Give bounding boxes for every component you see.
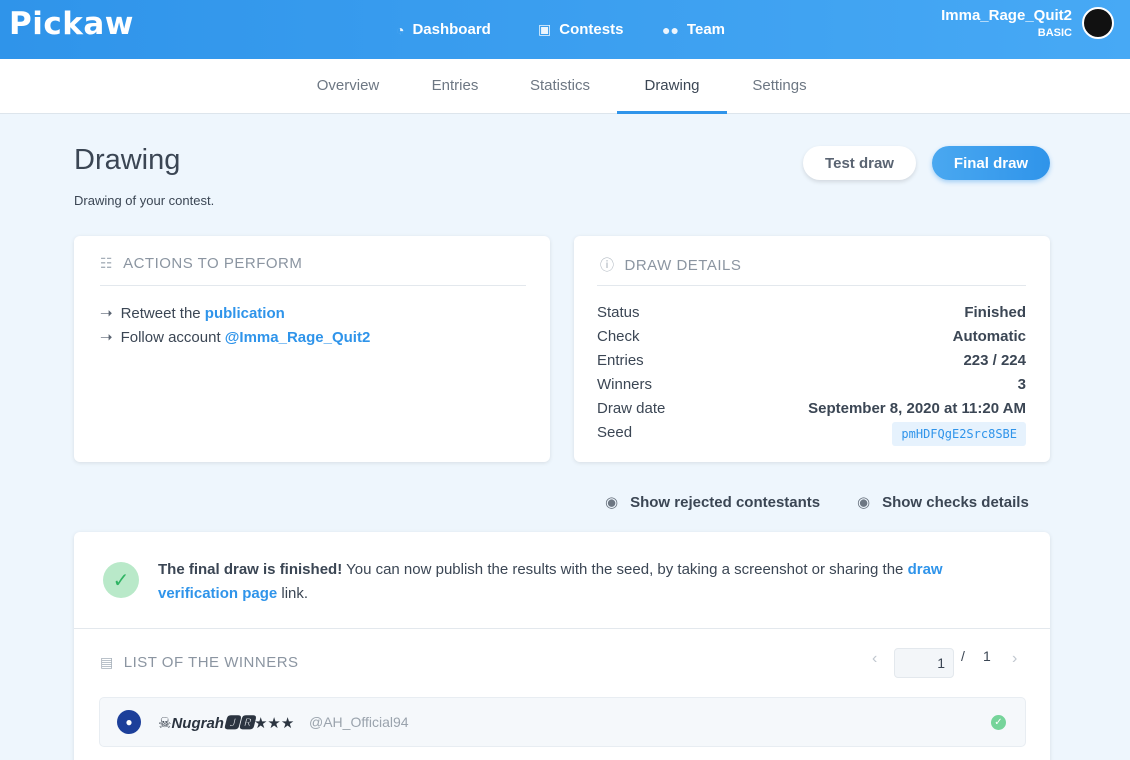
- arrow-right-icon: ➝: [100, 329, 113, 346]
- nav-team[interactable]: ●● Team: [662, 0, 725, 59]
- final-draw-button[interactable]: Final draw: [932, 146, 1050, 180]
- winners-title: ▤ LIST OF THE WINNERS: [100, 654, 299, 671]
- user-menu[interactable]: Imma_Rage_Quit2 BASIC: [941, 7, 1072, 39]
- detail-label-winners: Winners: [597, 376, 653, 393]
- info-icon: ⓘ: [600, 257, 615, 273]
- publication-link[interactable]: publication: [205, 305, 285, 322]
- seed-badge[interactable]: pmHDFQgE2Src8SBE: [892, 422, 1026, 446]
- chevron-left-icon[interactable]: ‹: [872, 650, 877, 668]
- detail-value-check: Automatic: [952, 328, 1026, 345]
- winner-avatar: ●: [117, 710, 141, 734]
- draw-finished-notice: The final draw is finished! You can now …: [158, 558, 1008, 606]
- eye-icon: ◉: [605, 494, 619, 511]
- draw-details-title: ⓘ DRAW DETAILS: [600, 255, 741, 275]
- detail-label-seed: Seed: [597, 424, 633, 441]
- page-number-input[interactable]: 1: [894, 648, 954, 678]
- test-draw-button[interactable]: Test draw: [803, 146, 916, 180]
- success-check-icon: ✓: [103, 562, 139, 598]
- action-retweet-text: Retweet the: [120, 305, 205, 322]
- actions-title-text: ACTIONS TO PERFORM: [123, 255, 303, 272]
- details-divider: [597, 285, 1026, 286]
- checklist-icon: ☷: [100, 255, 114, 271]
- show-rejected-toggle[interactable]: ◉ Show rejected contestants: [605, 493, 821, 512]
- contest-tabs: Overview Entries Statistics Drawing Sett…: [0, 59, 1130, 114]
- tab-settings[interactable]: Settings: [737, 59, 822, 114]
- winners-title-text: LIST OF THE WINNERS: [123, 654, 299, 671]
- team-icon: ●●: [662, 21, 679, 38]
- tab-statistics[interactable]: Statistics: [515, 59, 605, 114]
- show-rejected-label: Show rejected contestants: [630, 493, 821, 511]
- detail-label-status: Status: [597, 304, 640, 321]
- nav-contests-label: Contests: [559, 21, 624, 38]
- action-follow-text: Follow account: [120, 329, 225, 346]
- action-retweet: ➝ Retweet the publication: [100, 304, 285, 322]
- page-subtitle: Drawing of your contest.: [74, 193, 215, 208]
- account-link[interactable]: @Imma_Rage_Quit2: [225, 329, 371, 346]
- detail-label-entries: Entries: [597, 352, 644, 369]
- detail-value-draw-date: September 8, 2020 at 11:20 AM: [808, 400, 1026, 417]
- detail-value-status: Finished: [964, 304, 1026, 321]
- tab-drawing[interactable]: Drawing: [617, 59, 727, 114]
- total-pages: 1: [983, 648, 991, 664]
- tab-entries[interactable]: Entries: [415, 59, 495, 114]
- logo[interactable]: Pickaw: [9, 6, 134, 42]
- winner-handle: @AH_Official94: [309, 714, 409, 730]
- show-checks-toggle[interactable]: ◉ Show checks details: [857, 493, 1029, 512]
- notice-bold: The final draw is finished!: [158, 561, 343, 578]
- notice-end: link.: [277, 585, 309, 602]
- verified-check-icon: ✓: [991, 715, 1006, 730]
- eye-icon: ◉: [857, 494, 871, 511]
- nav-team-label: Team: [686, 21, 725, 38]
- show-checks-label: Show checks details: [882, 493, 1029, 511]
- actions-title: ☷ ACTIONS TO PERFORM: [100, 255, 302, 272]
- detail-label-draw-date: Draw date: [597, 400, 666, 417]
- action-follow: ➝ Follow account @Imma_Rage_Quit2: [100, 328, 370, 346]
- list-icon: ▤: [100, 654, 114, 670]
- user-name: Imma_Rage_Quit2: [941, 7, 1072, 24]
- detail-label-check: Check: [597, 328, 640, 345]
- winner-row[interactable]: ● ☠Nugrah🅹🆁★★★ @AH_Official94 ✓: [99, 697, 1026, 747]
- tab-overview[interactable]: Overview: [298, 59, 398, 114]
- user-plan: BASIC: [1037, 27, 1072, 39]
- top-bar: Pickaw ◔ Dashboard ▣ Contests ●● Team Im…: [0, 0, 1130, 59]
- nav-dashboard-label: Dashboard: [412, 21, 491, 38]
- gift-icon: ▣: [538, 21, 552, 37]
- avatar[interactable]: [1082, 7, 1114, 39]
- winner-name: ☠Nugrah🅹🆁★★★: [158, 715, 295, 732]
- nav-contests[interactable]: ▣ Contests: [538, 0, 623, 59]
- detail-value-winners: 3: [1017, 376, 1026, 393]
- dashboard-icon: ◔: [396, 21, 405, 38]
- page-title: Drawing: [74, 144, 181, 176]
- nav-dashboard[interactable]: ◔ Dashboard: [396, 0, 491, 59]
- notice-text: You can now publish the results with the…: [342, 561, 908, 578]
- detail-value-entries: 223 / 224: [963, 352, 1026, 369]
- draw-details-title-text: DRAW DETAILS: [624, 256, 742, 274]
- arrow-right-icon: ➝: [100, 305, 113, 322]
- logo-text: Pickaw: [9, 6, 134, 42]
- page-separator: /: [961, 648, 965, 664]
- chevron-right-icon[interactable]: ›: [1012, 650, 1017, 668]
- actions-divider: [100, 285, 526, 286]
- results-divider: [74, 628, 1050, 629]
